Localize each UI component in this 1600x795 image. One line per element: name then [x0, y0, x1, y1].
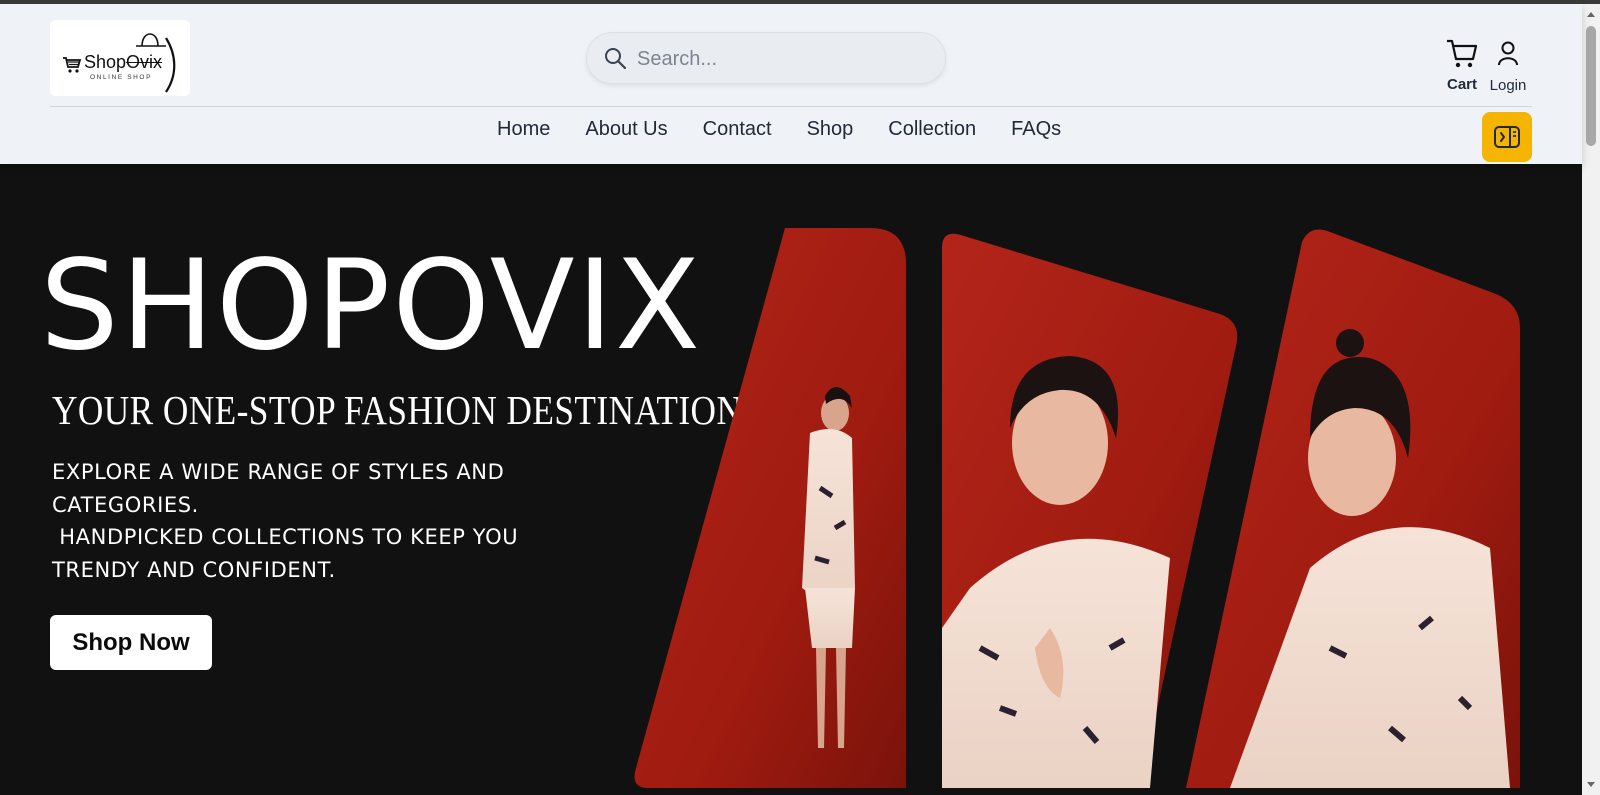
hero-description-line-1: EXPLORE A WIDE RANGE OF STYLES AND CATEG…	[52, 460, 505, 517]
panel-toggle-icon	[1494, 126, 1520, 148]
scroll-up-arrow-icon[interactable]	[1587, 12, 1595, 17]
model-photo-1[interactable]	[634, 228, 907, 788]
page-scrollbar[interactable]	[1582, 4, 1600, 795]
nav-item-shop[interactable]: Shop	[807, 118, 854, 141]
cart-label: Cart	[1446, 76, 1477, 93]
search-icon	[605, 48, 627, 70]
logo-cart-icon	[63, 57, 82, 73]
nav-item-about-us[interactable]: About Us	[585, 118, 667, 141]
header-divider	[50, 106, 1532, 107]
model-photo-2[interactable]	[942, 233, 1238, 788]
hero-banner: SHOPOVIX YOUR ONE-STOP FASHION DESTINATI…	[0, 174, 1582, 795]
hero-model-photos	[634, 228, 1520, 788]
nav-item-home[interactable]: Home	[497, 118, 550, 141]
search-input[interactable]	[637, 43, 927, 75]
sidebar-toggle-button[interactable]	[1482, 112, 1532, 162]
hero-title: SHOPOVIX	[40, 234, 703, 378]
logo-tagline: ONLINE SHOP	[90, 74, 153, 81]
cart-icon	[1447, 39, 1478, 68]
nav-item-contact[interactable]: Contact	[703, 118, 772, 141]
login-label: Login	[1489, 77, 1527, 94]
nav-item-faqs[interactable]: FAQs	[1011, 118, 1061, 141]
cart-button[interactable]: Cart	[1442, 38, 1482, 93]
nav-item-collection[interactable]: Collection	[888, 118, 976, 141]
scroll-down-arrow-icon[interactable]	[1587, 782, 1595, 787]
login-button[interactable]: Login	[1486, 40, 1530, 94]
user-icon	[1498, 41, 1518, 66]
model-photo-3[interactable]	[1186, 229, 1520, 788]
hero-description-line-2: HANDPICKED COLLECTIONS TO KEEP YOU TREND…	[52, 525, 526, 582]
hero-description: EXPLORE A WIDE RANGE OF STYLES AND CATEG…	[52, 456, 532, 586]
logo-wordmark: ShopOvix	[84, 52, 163, 72]
shop-now-button[interactable]: Shop Now	[50, 615, 212, 670]
shopovix-logo[interactable]: ShopOvix ONLINE SHOP	[50, 20, 190, 96]
search-bar[interactable]	[586, 32, 946, 84]
scrollbar-thumb[interactable]	[1586, 26, 1596, 146]
site-header: ShopOvix ONLINE SHOP Cart Login Home Abo…	[0, 4, 1582, 164]
